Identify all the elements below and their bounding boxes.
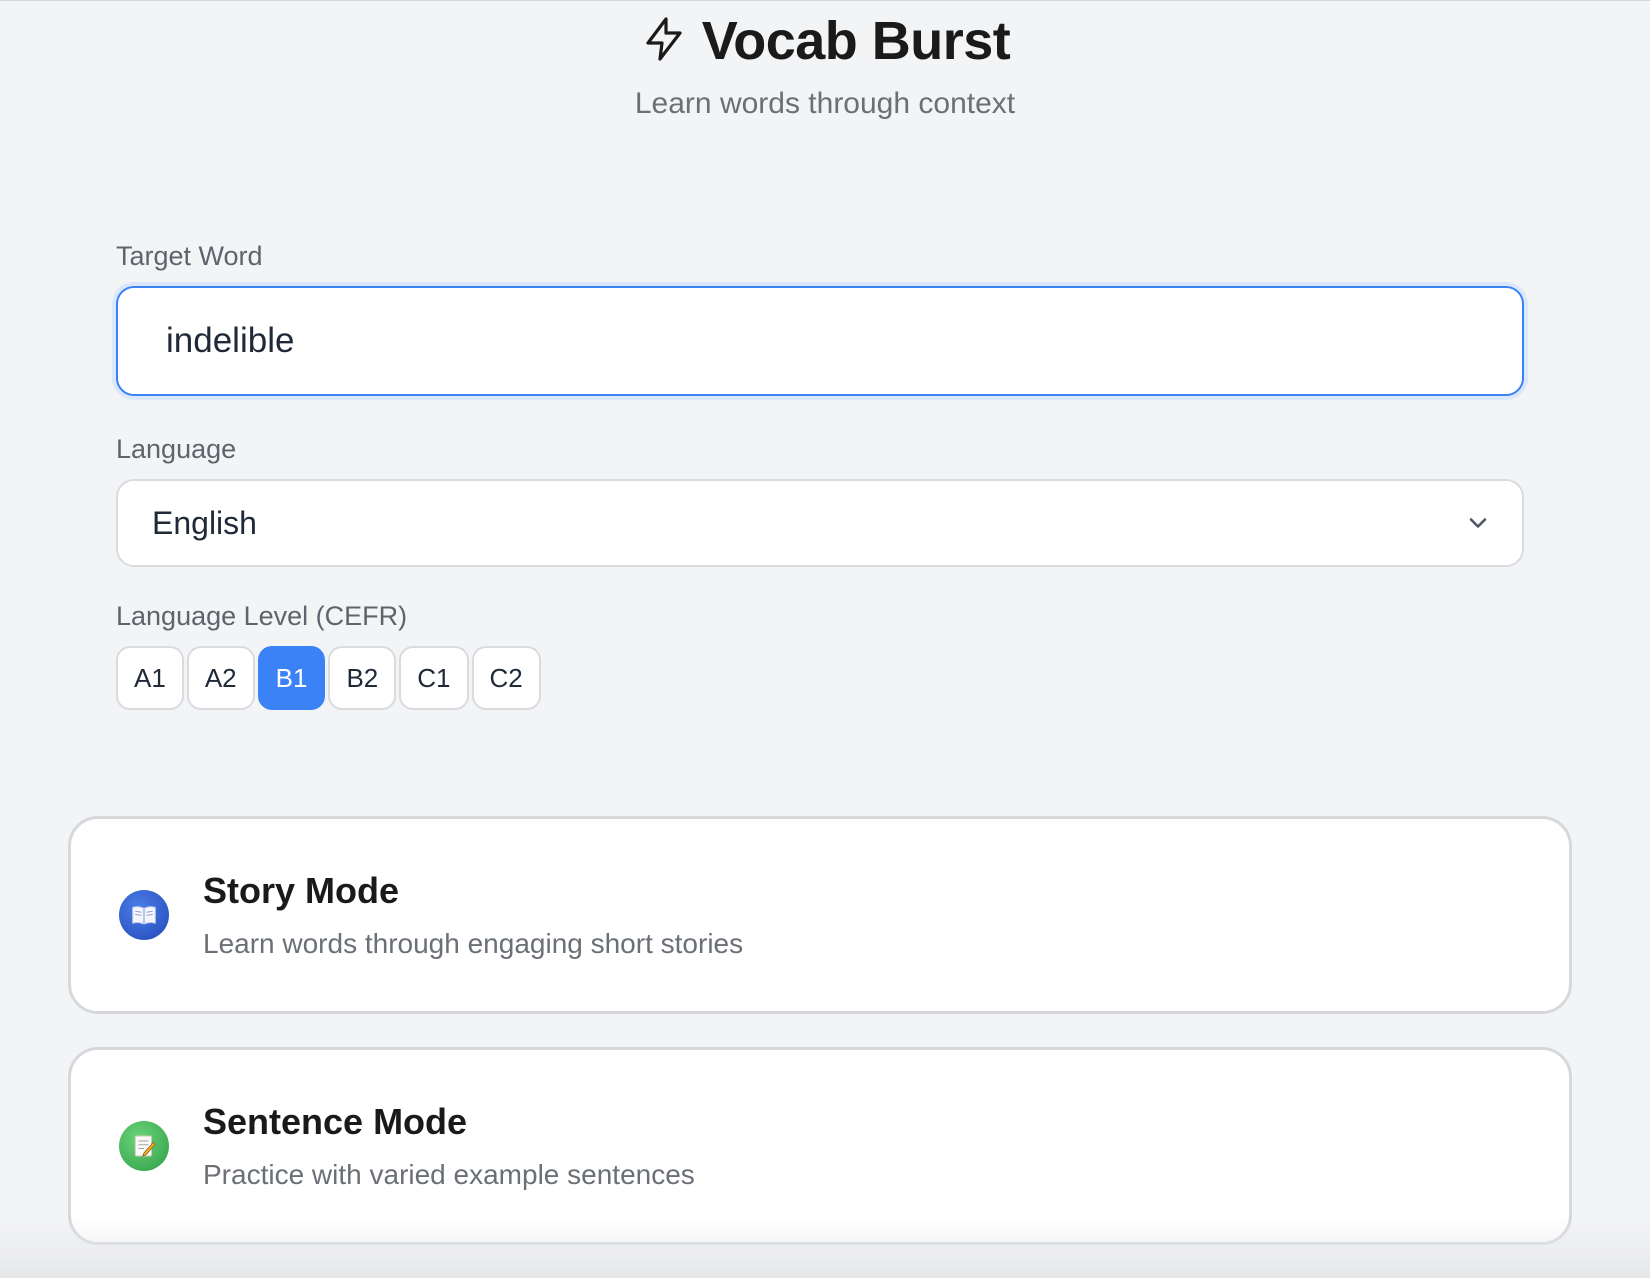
open-book-icon bbox=[119, 890, 169, 940]
chevron-down-icon bbox=[1464, 509, 1492, 537]
sentence-mode-card[interactable]: Sentence Mode Practice with varied examp… bbox=[68, 1047, 1572, 1245]
level-label: Language Level (CEFR) bbox=[116, 601, 408, 631]
app-page: Vocab Burst Learn words through context … bbox=[0, 0, 1650, 1278]
sentence-mode-description: Practice with varied example sentences bbox=[203, 1159, 695, 1190]
target-word-label: Target Word bbox=[116, 241, 263, 271]
story-mode-text: Story Mode Learn words through engaging … bbox=[203, 870, 743, 960]
story-mode-title: Story Mode bbox=[203, 870, 400, 911]
target-word-input[interactable] bbox=[116, 286, 1524, 396]
level-button-a2[interactable]: A2 bbox=[186, 646, 255, 710]
app-subtitle: Learn words through context bbox=[634, 87, 1016, 120]
level-selector: A1 A2 B1 B2 C1 C2 bbox=[116, 646, 1524, 710]
memo-pencil-icon bbox=[119, 1121, 169, 1171]
sentence-mode-text: Sentence Mode Practice with varied examp… bbox=[203, 1101, 695, 1191]
app-header: Vocab Burst Learn words through context bbox=[0, 1, 1650, 121]
story-mode-card[interactable]: Story Mode Learn words through engaging … bbox=[68, 816, 1572, 1014]
level-button-b2[interactable]: B2 bbox=[328, 646, 397, 710]
sentence-mode-title: Sentence Mode bbox=[203, 1101, 468, 1142]
lightning-icon bbox=[640, 15, 688, 68]
level-button-a1[interactable]: A1 bbox=[116, 646, 184, 710]
title-row: Vocab Burst bbox=[0, 11, 1650, 71]
settings-form: Target Word Language English Language Le… bbox=[116, 241, 1524, 710]
level-button-c2[interactable]: C2 bbox=[471, 646, 541, 710]
level-button-c1[interactable]: C1 bbox=[399, 646, 469, 710]
language-select[interactable]: English bbox=[116, 479, 1524, 567]
language-selected-value: English bbox=[152, 504, 257, 541]
app-title: Vocab Burst bbox=[701, 11, 1011, 71]
language-label: Language bbox=[116, 434, 237, 464]
story-mode-description: Learn words through engaging short stori… bbox=[203, 928, 744, 959]
level-button-b1[interactable]: B1 bbox=[257, 646, 326, 710]
